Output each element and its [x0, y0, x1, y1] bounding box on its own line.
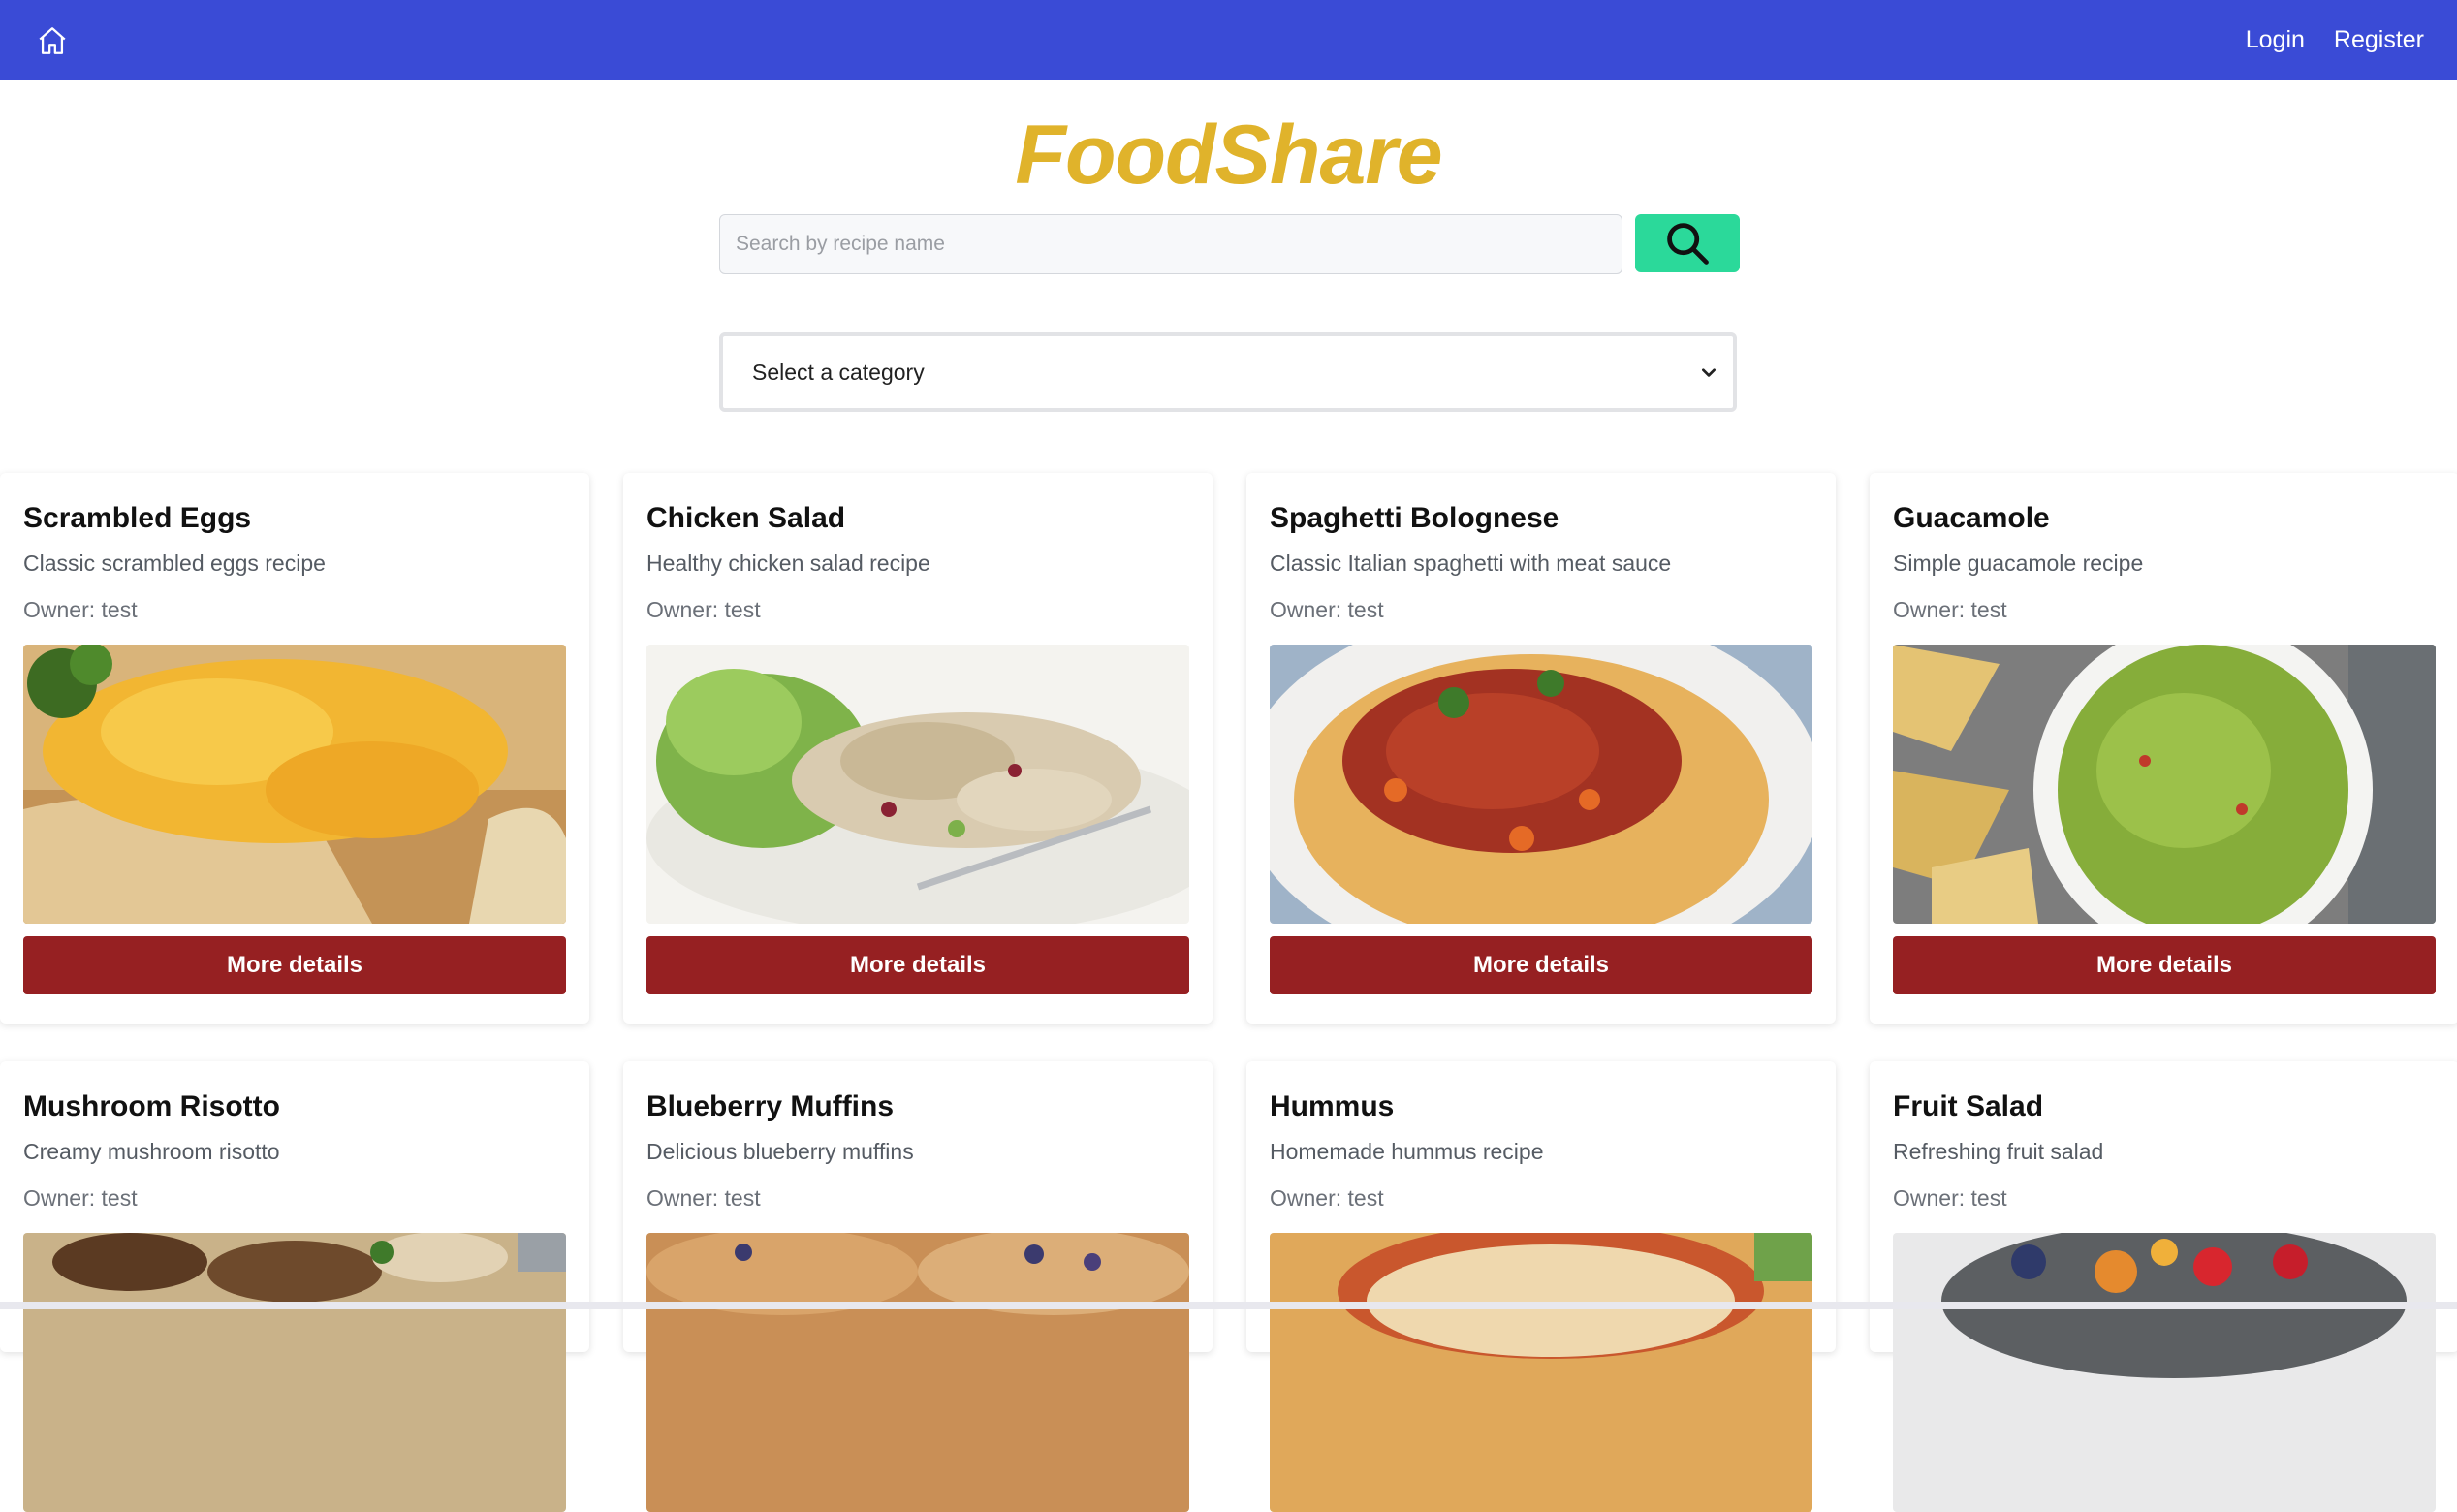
- blueberry-muffins-photo: [646, 1233, 1189, 1512]
- recipe-description: Classic scrambled eggs recipe: [23, 551, 326, 576]
- recipe-description: Simple guacamole recipe: [1893, 551, 2144, 576]
- page-bottom-edge: [0, 1302, 2457, 1309]
- recipe-title: Blueberry Muffins: [646, 1090, 895, 1122]
- spaghetti-bolognese-photo: [1270, 645, 1812, 924]
- fruit-salad-photo: [1893, 1233, 2436, 1512]
- recipe-owner: Owner: test: [23, 597, 138, 622]
- recipe-owner: Owner: test: [646, 597, 761, 622]
- category-select-value: Select a category: [752, 359, 925, 385]
- recipe-owner: Owner: test: [23, 1185, 138, 1211]
- recipe-title: Fruit Salad: [1893, 1090, 2044, 1122]
- recipe-description: Healthy chicken salad recipe: [646, 551, 930, 576]
- mushroom-risotto-photo: [23, 1233, 566, 1512]
- more-details-button[interactable]: More details: [23, 936, 566, 994]
- search-icon: [1667, 223, 1709, 265]
- category-select[interactable]: Select a category: [719, 332, 1737, 412]
- chevron-down-icon: [1702, 368, 1716, 377]
- home-icon: [39, 26, 66, 54]
- recipe-title: Spaghetti Bolognese: [1270, 502, 1559, 534]
- recipe-description: Delicious blueberry muffins: [646, 1139, 914, 1164]
- site-title: FoodShare: [1015, 109, 1442, 202]
- search-bar: [719, 214, 1740, 274]
- recipe-title: Chicken Salad: [646, 502, 846, 534]
- more-details-button[interactable]: More details: [1893, 936, 2436, 994]
- recipe-title: Mushroom Risotto: [23, 1090, 280, 1122]
- recipe-owner: Owner: test: [1893, 1185, 2007, 1211]
- more-details-button[interactable]: More details: [646, 936, 1189, 994]
- recipe-description: Homemade hummus recipe: [1270, 1139, 1544, 1164]
- login-link[interactable]: Login: [2246, 26, 2305, 54]
- recipe-card: Scrambled Eggs Classic scrambled eggs re…: [0, 473, 589, 1024]
- recipe-title: Scrambled Eggs: [23, 502, 252, 534]
- recipe-owner: Owner: test: [646, 1185, 761, 1211]
- scrambled-eggs-photo: [23, 645, 566, 924]
- top-navbar: Login Register: [0, 0, 2457, 80]
- recipe-description: Creamy mushroom risotto: [23, 1139, 280, 1164]
- hummus-photo: [1270, 1233, 1812, 1512]
- recipe-owner: Owner: test: [1270, 597, 1384, 622]
- recipe-title: Hummus: [1270, 1090, 1395, 1122]
- more-details-button[interactable]: More details: [1270, 936, 1812, 994]
- recipe-description: Classic Italian spaghetti with meat sauc…: [1270, 551, 1672, 576]
- recipe-card: Chicken Salad Healthy chicken salad reci…: [623, 473, 1213, 1024]
- recipe-owner: Owner: test: [1893, 597, 2007, 622]
- home-button[interactable]: [33, 21, 72, 60]
- search-input[interactable]: [719, 214, 1622, 274]
- guacamole-photo: [1893, 645, 2436, 924]
- recipe-card: Guacamole Simple guacamole recipe Owner:…: [1870, 473, 2457, 1024]
- recipe-owner: Owner: test: [1270, 1185, 1384, 1211]
- search-button[interactable]: [1635, 214, 1740, 272]
- register-link[interactable]: Register: [2334, 26, 2424, 54]
- recipe-description: Refreshing fruit salad: [1893, 1139, 2104, 1164]
- chicken-salad-photo: [646, 645, 1189, 924]
- recipe-title: Guacamole: [1893, 502, 2050, 534]
- nav-links: Login Register: [2246, 26, 2424, 54]
- recipe-card: Spaghetti Bolognese Classic Italian spag…: [1246, 473, 1836, 1024]
